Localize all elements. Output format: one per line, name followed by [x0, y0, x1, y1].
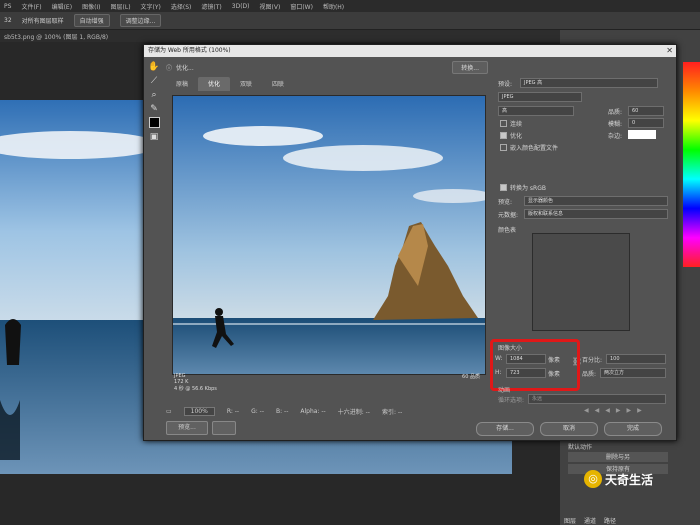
menu-item-3[interactable]: 图像(I)	[82, 2, 100, 11]
preview-label: 预览:	[498, 199, 513, 206]
resample-select[interactable]: 两次立方	[600, 368, 666, 378]
progressive-label: 连续	[510, 121, 523, 128]
image-size-highlight	[490, 339, 580, 391]
tab-layers[interactable]: 图层	[564, 516, 576, 525]
loop-select[interactable]: 永远	[528, 394, 666, 404]
slice-visibility-icon[interactable]: ▣	[148, 131, 160, 143]
metadata-label: 元数据:	[498, 212, 519, 219]
optimized-checkbox[interactable]	[500, 132, 507, 139]
metadata-select[interactable]: 版权和联系信息	[524, 209, 668, 219]
zoom-row: ▭ 100% R: -- G: -- B: -- Alpha: -- 十六进制:…	[166, 405, 488, 417]
watermark: ◎ 天奇生活	[584, 468, 694, 490]
menu-item-2[interactable]: 编辑(E)	[52, 2, 72, 11]
tab-4up[interactable]: 四联	[262, 77, 294, 91]
refine-edge-button[interactable]: 调整边缘...	[119, 14, 162, 27]
tab-2up[interactable]: 双联	[230, 77, 262, 91]
animation-label: 动画	[498, 387, 511, 394]
index-readout: 索引: --	[381, 408, 403, 416]
zoom-select[interactable]: 100%	[183, 406, 215, 416]
progressive-checkbox[interactable]	[500, 120, 507, 127]
color-swatch-icon[interactable]	[148, 117, 160, 129]
optimized-label: 优化	[510, 133, 523, 140]
menu-item-8[interactable]: 3D(D)	[232, 3, 250, 10]
menu-item-11[interactable]: 帮助(H)	[323, 2, 344, 11]
blur-input[interactable]: 0	[628, 118, 664, 128]
menu-item-0[interactable]: PS	[4, 3, 11, 10]
menu-item-10[interactable]: 窗口(W)	[290, 2, 313, 11]
hand-icon[interactable]: ✋	[148, 61, 160, 73]
menu-bar: PS 文件(F) 编辑(E) 图像(I) 图层(L) 文字(Y) 选择(S) 滤镜(T) 3D(…	[0, 0, 700, 12]
preview-button[interactable]: 预览...	[166, 421, 208, 435]
zoom-icon[interactable]: ⌕	[148, 89, 160, 101]
brush-size[interactable]: 32	[4, 17, 12, 24]
done-button[interactable]: 完成	[604, 422, 662, 436]
menu-item-5[interactable]: 文字(Y)	[141, 2, 161, 11]
menu-item-9[interactable]: 视图(V)	[260, 2, 281, 11]
menu-item-4[interactable]: 图层(L)	[111, 2, 131, 11]
action-item-1[interactable]: 删除与另	[568, 452, 668, 462]
info-icon: ⓘ	[166, 64, 173, 72]
resample-label: 品质:	[582, 371, 597, 378]
watermark-logo-icon: ◎	[584, 470, 602, 488]
tab-paths[interactable]: 路径	[604, 516, 616, 525]
quality-input[interactable]: 60	[628, 106, 664, 116]
color-table-label: 颜色表	[498, 227, 517, 234]
tab-original[interactable]: 原稿	[166, 77, 198, 91]
blur-label: 模糊:	[608, 121, 623, 128]
percent-label: 百分比:	[582, 357, 603, 364]
watermark-text: 天奇生活	[605, 472, 654, 487]
tab-channels[interactable]: 通道	[584, 516, 596, 525]
auto-enhance-button[interactable]: 自动增强	[73, 14, 110, 27]
format-select[interactable]: JPEG	[498, 92, 582, 102]
zoom-out-icon[interactable]: ▭	[166, 408, 172, 415]
browser-select[interactable]	[212, 421, 236, 435]
embed-profile-label: 嵌入颜色配置文件	[510, 145, 559, 152]
animation-controls[interactable]: ◀◀◀▶▶▶	[584, 407, 648, 414]
info-time: 4 秒 @ 56.6 Kbps	[174, 386, 217, 392]
srgb-label: 转换为 sRGB	[510, 185, 546, 192]
matte-label: 杂边:	[608, 133, 623, 140]
save-button[interactable]: 存储...	[476, 422, 534, 436]
preset-label: 预设:	[498, 81, 513, 88]
panel-tabs: 图层 通道 路径	[564, 516, 616, 525]
sample-all-layers[interactable]: 对所有图层取样	[22, 16, 64, 25]
quality-level-select[interactable]: 高	[498, 106, 574, 116]
hex-readout: 十六进制: --	[337, 408, 370, 416]
slice-icon[interactable]: ⟋	[148, 75, 160, 87]
r-readout: R: --	[226, 407, 240, 415]
menu-item-7[interactable]: 滤镜(T)	[201, 2, 221, 11]
info-text: 优化...	[176, 64, 194, 72]
info-quality: 60 品质	[462, 374, 480, 380]
embed-profile-checkbox[interactable]	[500, 144, 507, 151]
dialog-title: 存储为 Web 所用格式 (100%)	[144, 45, 676, 57]
matte-swatch[interactable]	[628, 130, 656, 139]
color-table	[532, 233, 630, 331]
view-tabs: 原稿 优化 双联 四联	[166, 77, 488, 91]
toolbox: ✋ ⟋ ⌕ ✎ ▣	[146, 59, 162, 159]
actions-label: 默认动作	[568, 444, 593, 451]
cancel-button[interactable]: 取消	[540, 422, 598, 436]
color-spectrum[interactable]	[683, 62, 700, 267]
save-for-web-dialog: 存储为 Web 所用格式 (100%) ✕ ✋ ⟋ ⌕ ✎ ▣ ⓘ 优化... …	[143, 44, 677, 441]
tab-optimized[interactable]: 优化	[198, 77, 231, 91]
convert-button[interactable]: 转换...	[452, 60, 488, 74]
quality-label: 品质:	[608, 109, 623, 116]
preset-select[interactable]: JPEG 高	[520, 78, 658, 88]
document-tab[interactable]: sb5t3.png @ 100% (图层 1, RGB/8)	[0, 30, 560, 42]
loop-label: 循环选项:	[498, 397, 525, 404]
g-readout: G: --	[251, 407, 264, 415]
options-bar: 32 对所有图层取样 自动增强 调整边缘...	[0, 12, 700, 30]
image-preview[interactable]	[172, 95, 486, 375]
menu-item-1[interactable]: 文件(F)	[21, 2, 41, 11]
menu-item-6[interactable]: 选择(S)	[171, 2, 192, 11]
info-bar: ⓘ 优化... 转换...	[166, 60, 488, 74]
srgb-checkbox[interactable]	[500, 184, 507, 191]
close-icon[interactable]: ✕	[666, 46, 673, 55]
preview-info: JPEG 172 K 4 秒 @ 56.6 Kbps 60 品质	[174, 373, 484, 397]
b-readout: B: --	[276, 407, 289, 415]
preview-select[interactable]: 显示器颜色	[524, 196, 668, 206]
percent-input[interactable]: 100	[606, 354, 666, 364]
alpha-readout: Alpha: --	[300, 407, 326, 415]
eyedropper-icon[interactable]: ✎	[148, 103, 160, 115]
